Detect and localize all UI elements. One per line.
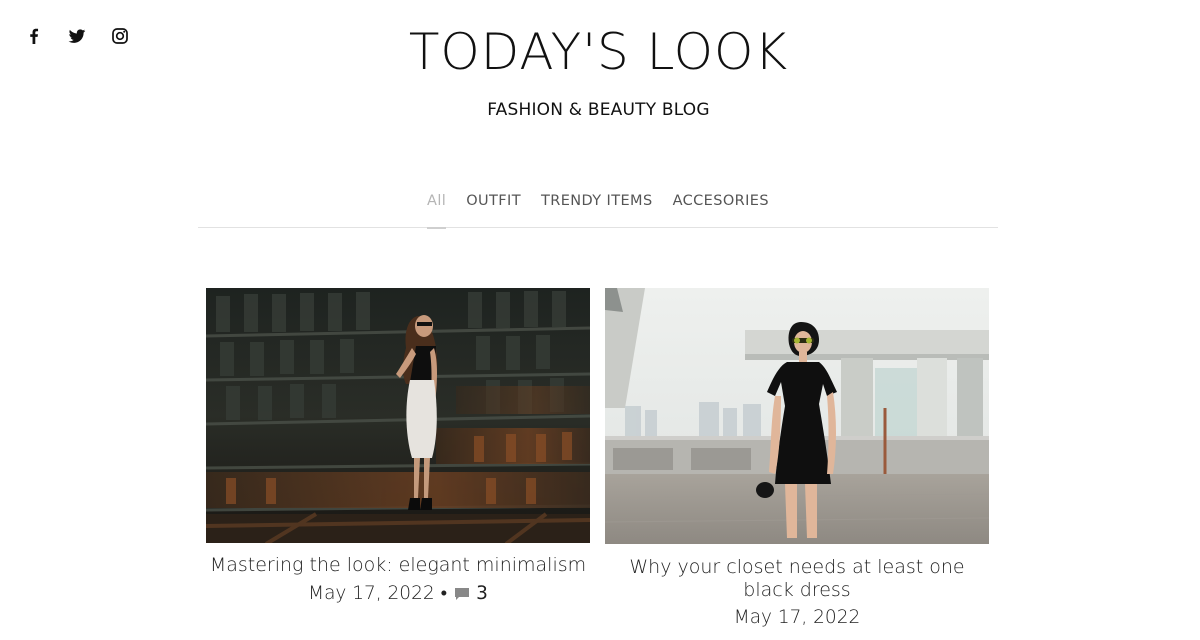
post-card: Why your closet needs at least one black… [605,288,989,631]
post-title[interactable]: Mastering the look: elegant minimalism [206,554,590,577]
nav-item-trendy-items[interactable]: TRENDY ITEMS [541,190,653,228]
post-thumbnail[interactable] [605,288,989,544]
post-meta: May 17, 2022 [605,605,989,631]
post-image-woman-black-dress [605,288,989,544]
meta-separator: • [440,583,448,604]
post-title[interactable]: Why your closet needs at least one black… [605,556,989,602]
post-date: May 17, 2022 [308,583,435,604]
site-title[interactable]: TODAY'S LOOK [0,22,1197,82]
nav-item-all[interactable]: All [427,190,447,229]
comment-icon[interactable] [454,587,470,601]
post-image-woman-white-skirt [206,288,590,543]
category-nav: All OUTFIT TRENDY ITEMS ACCESORIES [198,190,998,229]
nav-item-outfit[interactable]: OUTFIT [466,190,521,228]
post-card: Mastering the look: elegant minimalism M… [206,288,590,607]
post-thumbnail[interactable] [206,288,590,543]
post-meta: May 17, 2022 • 3 [206,581,590,607]
site-tagline: FASHION & BEAUTY BLOG [487,100,710,120]
post-date: May 17, 2022 [733,607,861,628]
nav-item-accesories[interactable]: ACCESORIES [673,190,769,228]
comment-count[interactable]: 3 [476,581,488,607]
